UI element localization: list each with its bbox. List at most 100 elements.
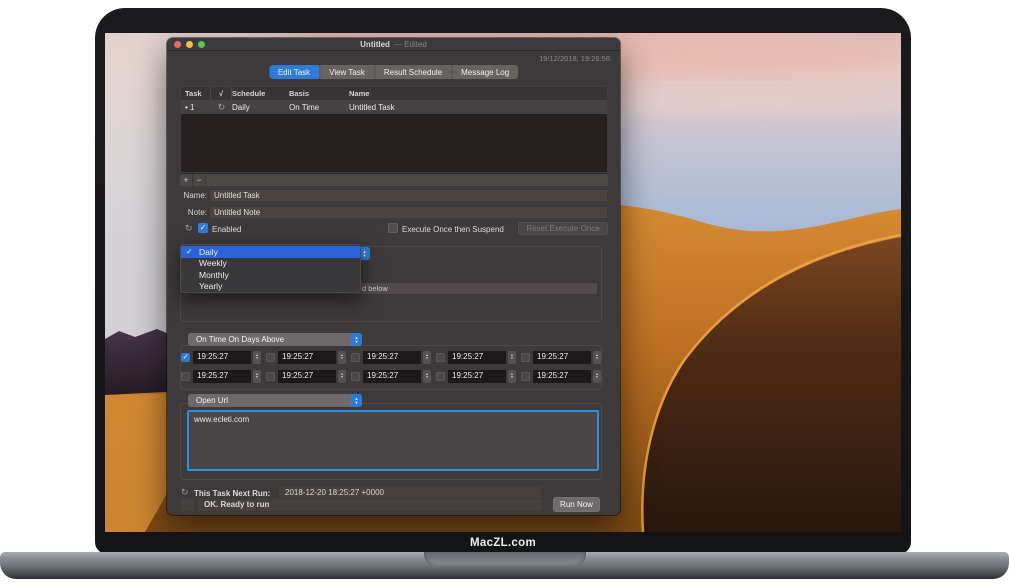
popup-stepper-icon: ▲▼	[351, 394, 362, 407]
time-checkbox[interactable]	[436, 353, 445, 362]
tab-edit-task[interactable]: Edit Task	[269, 65, 320, 79]
time-checkbox[interactable]: ✓	[181, 353, 190, 362]
schedule-dropdown-menu: ✓ Daily Weekly Monthly Yearly	[180, 244, 361, 293]
tab-result-schedule[interactable]: Result Schedule	[375, 65, 452, 79]
time-checkbox[interactable]	[266, 372, 275, 381]
time-stepper[interactable]: ▲▼	[253, 370, 261, 383]
time-checkbox[interactable]	[181, 372, 190, 381]
enabled-checkbox[interactable]: ✓	[198, 223, 208, 233]
time-stepper[interactable]: ▲▼	[508, 351, 516, 364]
row-name: Untitled Task	[349, 103, 607, 112]
window-title: Untitled	[360, 40, 390, 49]
time-slot-6: 19:25:27 ▲▼	[181, 369, 261, 383]
task-table[interactable]: Task √ Schedule Basis Name • 1 ↻ Daily O…	[180, 86, 608, 173]
clock-readout: 19/12/2018, 19:26:56	[539, 54, 610, 63]
time-stepper[interactable]: ▲▼	[338, 370, 346, 383]
time-field[interactable]: 19:25:27	[278, 370, 336, 383]
col-task: Task	[181, 87, 211, 100]
name-field[interactable]: Untitled Task	[210, 189, 607, 201]
table-row[interactable]: • 1 ↻ Daily On Time Untitled Task	[181, 100, 607, 114]
time-field[interactable]: 19:25:27	[193, 370, 251, 383]
menu-item-monthly[interactable]: Monthly	[181, 269, 360, 281]
time-stepper[interactable]: ▲▼	[423, 370, 431, 383]
status-indicator	[181, 499, 194, 511]
time-checkbox[interactable]	[351, 372, 360, 381]
zoom-button[interactable]	[198, 41, 205, 48]
time-stepper[interactable]: ▲▼	[253, 351, 261, 364]
row-number: • 1	[181, 103, 211, 112]
task-scheduler-window: Untitled — Edited 19/12/2018, 19:26:56 E…	[167, 38, 620, 515]
minimize-button[interactable]	[186, 41, 193, 48]
url-textarea[interactable]: www.ecleti.com	[187, 410, 599, 471]
refresh-icon: ↻	[181, 487, 189, 498]
time-stepper[interactable]: ▲▼	[338, 351, 346, 364]
row-basis: On Time	[289, 103, 349, 112]
task-table-header: Task √ Schedule Basis Name	[181, 87, 607, 100]
col-check: √	[211, 87, 232, 100]
time-field[interactable]: 19:25:27	[448, 351, 506, 364]
time-slot-10: 19:25:27 ▲▼	[521, 369, 601, 383]
close-button[interactable]	[174, 41, 181, 48]
execute-once-label: Execute Once then Suspend	[402, 225, 504, 234]
time-stepper[interactable]: ▲▼	[508, 370, 516, 383]
time-field[interactable]: 19:25:27	[363, 370, 421, 383]
time-slot-7: 19:25:27 ▲▼	[266, 369, 346, 383]
time-field[interactable]: 19:25:27	[448, 370, 506, 383]
time-slot-5: 19:25:27 ▲▼	[521, 350, 601, 364]
table-toolbar: + −	[180, 173, 608, 186]
window-title-suffix: — Edited	[394, 40, 427, 49]
titlebar[interactable]: Untitled — Edited	[167, 38, 620, 51]
menu-item-weekly[interactable]: Weekly	[181, 258, 360, 270]
col-name: Name	[349, 89, 607, 98]
next-run-field: 2018-12-20 18:25:27 +0000	[279, 487, 541, 498]
traffic-lights	[174, 41, 205, 48]
basis-popup[interactable]: On Time On Days Above ▲▼	[188, 333, 362, 346]
time-checkbox[interactable]	[266, 353, 275, 362]
time-stepper[interactable]: ▲▼	[423, 351, 431, 364]
col-basis: Basis	[289, 89, 349, 98]
status-field: OK. Ready to run	[198, 499, 541, 511]
run-now-button[interactable]: Run Now	[553, 497, 600, 512]
reset-execute-once-button: Reset Execute Once	[518, 222, 608, 235]
refresh-icon: ↻	[185, 223, 193, 234]
hint-fragment: d below	[362, 284, 388, 293]
tab-bar: Edit Task View Task Result Schedule Mess…	[269, 65, 518, 79]
time-stepper[interactable]: ▲▼	[593, 370, 601, 383]
menu-item-daily[interactable]: ✓ Daily	[181, 246, 360, 258]
note-label: Note:	[167, 208, 207, 217]
screen: Untitled — Edited 19/12/2018, 19:26:56 E…	[105, 33, 901, 532]
remove-task-button[interactable]: −	[193, 174, 206, 186]
time-field[interactable]: 19:25:27	[278, 351, 336, 364]
check-icon: ✓	[186, 247, 193, 256]
popup-stepper-icon: ▲▼	[351, 333, 362, 346]
time-slot-1: ✓ 19:25:27 ▲▼	[181, 350, 261, 364]
action-popup[interactable]: Open Url ▲▼	[188, 394, 362, 407]
menu-item-yearly[interactable]: Yearly	[181, 281, 360, 293]
time-stepper[interactable]: ▲▼	[593, 351, 601, 364]
time-field[interactable]: 19:25:27	[533, 370, 591, 383]
col-schedule: Schedule	[232, 89, 289, 98]
time-field[interactable]: 19:25:27	[533, 351, 591, 364]
time-field[interactable]: 19:25:27	[193, 351, 251, 364]
name-label: Name:	[167, 191, 207, 200]
enabled-label: Enabled	[212, 225, 241, 234]
add-task-button[interactable]: +	[180, 174, 193, 186]
row-schedule: Daily	[232, 103, 289, 112]
next-run-label: This Task Next Run:	[194, 489, 270, 498]
bezel-branding: MacZL.com	[105, 532, 901, 554]
time-slot-3: 19:25:27 ▲▼	[351, 350, 431, 364]
time-checkbox[interactable]	[436, 372, 445, 381]
tab-view-task[interactable]: View Task	[320, 65, 375, 79]
time-checkbox[interactable]	[521, 372, 530, 381]
note-field[interactable]: Untitled Note	[210, 206, 607, 218]
time-slot-4: 19:25:27 ▲▼	[436, 350, 516, 364]
tab-message-log[interactable]: Message Log	[452, 65, 518, 79]
time-checkbox[interactable]	[351, 353, 360, 362]
macbook-frame: Untitled — Edited 19/12/2018, 19:26:56 E…	[95, 8, 911, 554]
refresh-icon: ↻	[211, 102, 232, 113]
time-slot-8: 19:25:27 ▲▼	[351, 369, 431, 383]
lid-notch	[424, 552, 586, 567]
execute-once-checkbox[interactable]	[388, 223, 398, 233]
time-checkbox[interactable]	[521, 353, 530, 362]
time-field[interactable]: 19:25:27	[363, 351, 421, 364]
